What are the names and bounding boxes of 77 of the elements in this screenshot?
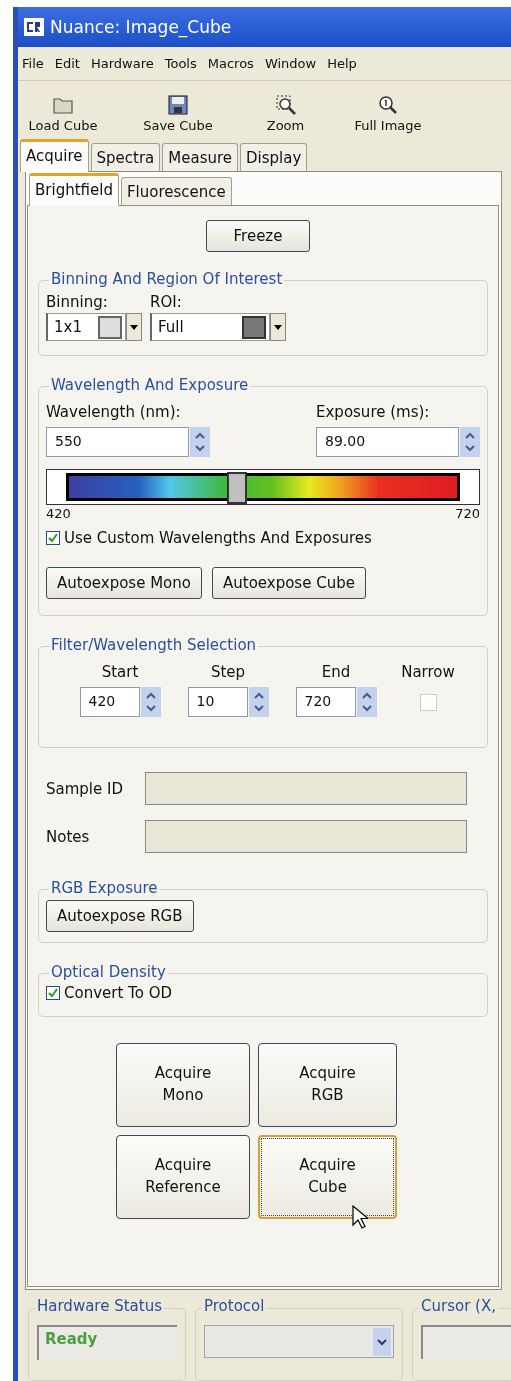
tab[interactable]: Spectra <box>90 143 161 171</box>
number-field[interactable]: 550 <box>46 427 189 457</box>
scale-label: 420 <box>46 506 71 521</box>
autoexpose-button[interactable]: Autoexpose Cube <box>212 567 366 599</box>
menu-item[interactable]: Tools <box>164 56 197 71</box>
tab[interactable]: Display <box>240 143 308 171</box>
scale-label: 720 <box>455 506 480 521</box>
window-title: Nuance: Image_Cube <box>50 17 232 37</box>
menu-item[interactable]: Help <box>327 56 357 71</box>
column-label: End <box>321 663 351 681</box>
acquire-button[interactable]: Acquire RGB <box>258 1043 397 1127</box>
color-swatch <box>242 315 266 339</box>
dropdown-field[interactable] <box>204 1325 394 1358</box>
checkmark-icon <box>47 987 59 999</box>
column-label: Start <box>101 663 139 681</box>
group-title: Optical Density <box>49 963 168 981</box>
checkbox-label: Convert To OD <box>64 984 172 1002</box>
toolbar-button[interactable]: Save Cube <box>118 94 238 133</box>
dropdown-button <box>373 1327 391 1356</box>
number-field[interactable]: 89.00 <box>316 427 459 457</box>
acquire-button[interactable]: Acquire Cube <box>258 1135 397 1219</box>
acquire-button[interactable]: Acquire Reference <box>116 1135 250 1219</box>
freeze-button[interactable]: Freeze <box>206 220 310 252</box>
dropdown-button[interactable] <box>270 313 286 341</box>
spin-button[interactable] <box>248 687 269 717</box>
spin-button[interactable] <box>460 427 480 457</box>
dropdown-button[interactable] <box>126 313 142 341</box>
number-field[interactable]: 420 <box>79 687 140 717</box>
toolbar-button[interactable]: Zoom <box>238 94 333 133</box>
spin-button[interactable] <box>190 427 210 457</box>
text-field[interactable] <box>145 772 467 805</box>
field-label: Exposure (ms): <box>316 403 431 421</box>
group-title: Cursor (X, <box>419 1297 498 1315</box>
spin-button[interactable] <box>356 687 377 717</box>
toolbar-button[interactable]: Load Cube <box>18 94 108 133</box>
number-field[interactable]: 10 <box>187 687 248 717</box>
field-label: Wavelength (nm): <box>46 403 182 421</box>
menu-item[interactable]: Macros <box>207 56 254 71</box>
menu-item[interactable]: Hardware <box>90 56 154 71</box>
tab[interactable]: Fluorescence <box>120 177 232 205</box>
field-label: Binning: <box>46 293 109 311</box>
color-swatch <box>98 315 122 339</box>
checkbox[interactable] <box>46 531 60 545</box>
group-title: Wavelength And Exposure <box>49 376 251 394</box>
checkbox-label: Use Custom Wavelengths And Exposures <box>64 529 372 547</box>
menu-item[interactable]: Window <box>264 56 317 71</box>
tab[interactable]: Acquire <box>20 139 89 172</box>
group-title: Filter/Wavelength Selection <box>49 636 259 654</box>
group-title: Binning And Region Of Interest <box>49 270 285 288</box>
text-field[interactable] <box>145 820 467 853</box>
zoom-icon <box>274 94 297 116</box>
slider[interactable] <box>46 469 480 505</box>
number-field[interactable]: 720 <box>295 687 356 717</box>
dropdown-field[interactable]: Full <box>150 313 270 341</box>
group-title: RGB Exposure <box>49 879 160 897</box>
field-label: Notes <box>46 827 91 846</box>
column-label: Step <box>210 663 246 681</box>
slider-thumb[interactable] <box>227 472 247 504</box>
menu-item[interactable]: File <box>22 56 44 71</box>
field-label: ROI: <box>150 293 183 311</box>
mouse-pointer-icon <box>352 1205 368 1229</box>
app-logo-icon <box>24 18 44 36</box>
acquire-button[interactable]: Acquire Mono <box>116 1043 250 1127</box>
toolbar-button[interactable]: Full Image <box>333 94 443 133</box>
menu-item[interactable]: Edit <box>54 56 80 71</box>
checkbox[interactable] <box>46 986 60 1000</box>
status-field: Ready <box>37 1325 177 1360</box>
dropdown-field[interactable]: 1x1 <box>46 313 126 341</box>
magnifier-icon <box>377 94 399 116</box>
spin-button[interactable] <box>140 687 161 717</box>
field-label: Sample ID <box>46 779 124 798</box>
column-label: Narrow <box>401 663 455 681</box>
tab[interactable]: Measure <box>162 143 239 171</box>
checkmark-icon <box>47 532 59 544</box>
autoexpose-button[interactable]: Autoexpose Mono <box>46 567 202 599</box>
tab[interactable]: Brightfield <box>29 173 119 206</box>
autoexpose-button[interactable]: Autoexpose RGB <box>46 900 194 932</box>
